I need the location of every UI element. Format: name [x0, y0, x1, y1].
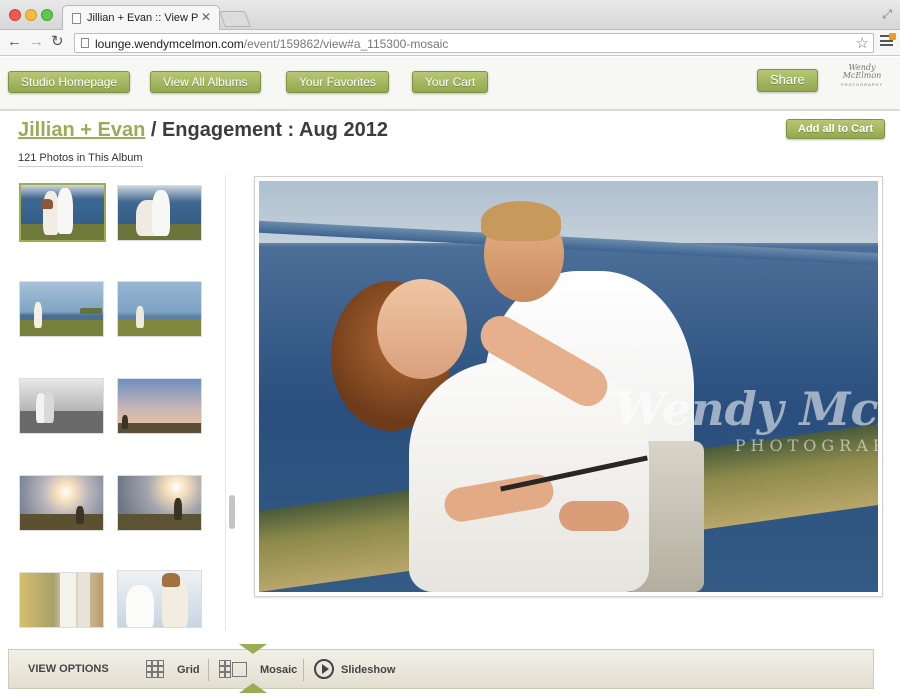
slideshow-label: Slideshow — [341, 664, 396, 676]
zoom-window-button[interactable] — [41, 9, 53, 21]
view-options-label: VIEW OPTIONS — [28, 663, 109, 675]
tab-title: Jillian + Evan :: View Photo — [87, 12, 199, 24]
grid-view-option[interactable]: Grid — [146, 659, 206, 681]
album-couple-link[interactable]: Jillian + Evan — [18, 119, 145, 141]
page-icon — [81, 38, 89, 48]
thumbnail-5[interactable] — [19, 378, 104, 434]
thumbnail-10[interactable] — [117, 570, 202, 628]
watermark-script: Wendy McElmon — [614, 382, 878, 436]
forward-arrow-icon[interactable]: → — [29, 33, 44, 51]
watermark-subtitle: PHOTOGRAPHY — [734, 436, 878, 455]
back-arrow-icon[interactable]: ← — [7, 33, 22, 51]
grid-icon — [146, 660, 164, 678]
close-window-button[interactable] — [9, 9, 21, 21]
view-all-albums-button[interactable]: View All Albums — [150, 71, 261, 93]
studio-logo[interactable]: Wendy McElmon PHOTOGRAPHY — [838, 64, 886, 96]
selected-indicator-top — [239, 644, 267, 654]
url-host: lounge.wendymcelmon.com — [95, 37, 244, 51]
your-favorites-button[interactable]: Your Favorites — [286, 71, 389, 93]
grid-label: Grid — [177, 664, 200, 676]
play-icon — [314, 659, 334, 679]
share-button[interactable]: Share — [757, 69, 818, 92]
thumbnail-6[interactable] — [117, 378, 202, 434]
thumbnail-9[interactable] — [19, 572, 104, 628]
thumbnail-scrollbar[interactable] — [225, 175, 237, 630]
album-title-rest: / Engagement : Aug 2012 — [145, 119, 388, 141]
scrollbar-thumb[interactable] — [229, 495, 235, 529]
divider — [208, 659, 209, 681]
slideshow-option[interactable]: Slideshow — [314, 659, 404, 681]
logo-subtitle: PHOTOGRAPHY — [840, 82, 884, 87]
photo-watermark: Wendy McElmon PHOTOGRAPHY — [614, 386, 878, 455]
thumbnail-3[interactable] — [19, 281, 104, 337]
thumbnail-list — [0, 175, 237, 630]
main-photo-frame: Wendy McElmon PHOTOGRAPHY — [254, 176, 883, 597]
logo-script: Wendy McElmon — [842, 63, 882, 80]
reload-icon[interactable]: ↻ — [51, 33, 64, 51]
divider — [303, 659, 304, 681]
address-bar[interactable]: lounge.wendymcelmon.com/event/159862/vie… — [74, 33, 874, 53]
close-tab-icon[interactable]: ✕ — [201, 10, 211, 24]
page-icon — [72, 13, 81, 24]
add-all-to-cart-button[interactable]: Add all to Cart — [786, 119, 886, 139]
thumbnail-7[interactable] — [19, 475, 104, 531]
selected-indicator-bottom — [239, 683, 267, 693]
studio-homepage-button[interactable]: Studio Homepage — [8, 71, 131, 93]
view-options-bar: VIEW OPTIONS Grid Mosaic Slideshow — [8, 649, 874, 689]
thumbnail-4[interactable] — [117, 281, 202, 337]
main-photo[interactable]: Wendy McElmon PHOTOGRAPHY — [259, 181, 878, 592]
thumbnail-1[interactable] — [19, 183, 106, 242]
thumbnail-8[interactable] — [117, 475, 202, 531]
update-badge-icon — [889, 33, 896, 40]
bookmark-star-icon[interactable]: ☆ — [856, 34, 869, 52]
browser-toolbar: ← → ↻ lounge.wendymcelmon.com/event/1598… — [0, 30, 900, 56]
minimize-window-button[interactable] — [25, 9, 37, 21]
fullscreen-icon[interactable]: ⤢ — [882, 7, 892, 22]
browser-tab[interactable]: Jillian + Evan :: View Photo ✕ — [62, 5, 220, 31]
mosaic-view-option[interactable]: Mosaic — [219, 659, 309, 681]
url-text[interactable]: lounge.wendymcelmon.com/event/159862/vie… — [95, 37, 448, 51]
thumbnail-2[interactable] — [117, 185, 202, 241]
page-title: Jillian + Evan / Engagement : Aug 2012 — [18, 119, 388, 142]
window-titlebar: Jillian + Evan :: View Photo ✕ ⤢ — [0, 0, 900, 31]
photo-count: 121 Photos in This Album — [18, 152, 143, 167]
your-cart-button[interactable]: Your Cart — [412, 71, 489, 93]
mosaic-label: Mosaic — [260, 664, 298, 676]
new-tab-button[interactable] — [219, 11, 251, 27]
mosaic-icon — [219, 660, 247, 678]
url-path: /event/159862/view#a_115300-mosaic — [243, 37, 449, 51]
